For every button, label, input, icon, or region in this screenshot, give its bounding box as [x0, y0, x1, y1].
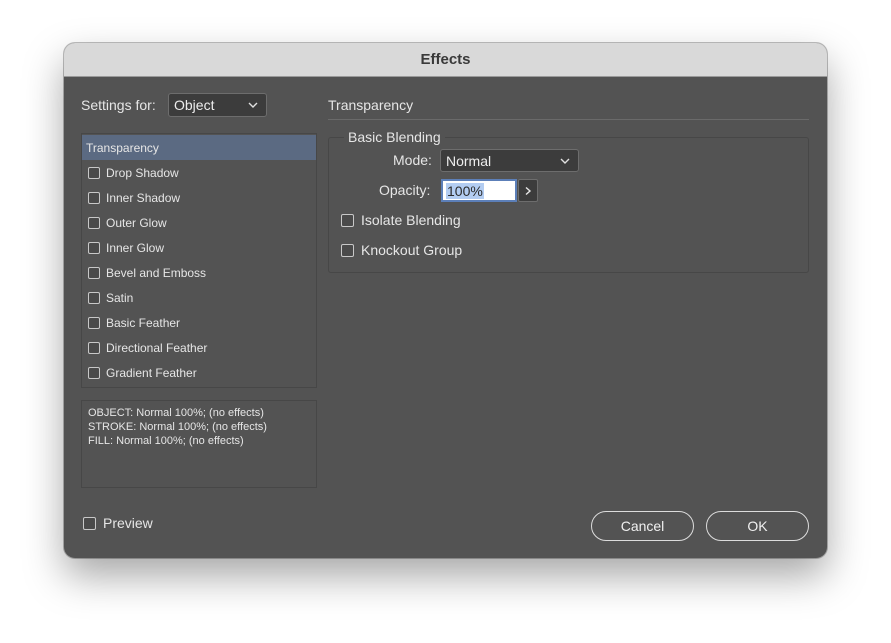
checkbox-icon[interactable] — [341, 243, 354, 257]
opacity-value: 100% — [446, 182, 484, 199]
effect-item-label: Basic Feather — [106, 315, 181, 330]
settings-for-dropdown[interactable]: Object — [168, 93, 267, 117]
effect-item-drop-shadow[interactable]: Drop Shadow — [82, 160, 316, 185]
isolate-blending-label: Isolate Blending — [361, 212, 461, 228]
summary-line-fill: FILL: Normal 100%; (no effects) — [88, 435, 244, 447]
checkbox-icon[interactable] — [88, 191, 100, 204]
cancel-button[interactable]: Cancel — [591, 511, 694, 541]
settings-for-label: Settings for: — [81, 97, 156, 113]
knockout-group-label: Knockout Group — [361, 242, 463, 258]
effect-item-label: Gradient Feather — [106, 365, 197, 380]
checkbox-icon[interactable] — [88, 216, 100, 229]
checkbox-icon[interactable] — [83, 516, 96, 530]
mode-dropdown[interactable]: Normal — [440, 149, 579, 172]
dialog-title: Effects — [420, 51, 471, 68]
effect-item-satin[interactable]: Satin — [82, 285, 316, 310]
effect-item-label: Outer Glow — [106, 215, 167, 230]
settings-for-value: Object — [174, 97, 215, 113]
effect-item-label: Inner Shadow — [106, 190, 181, 205]
checkbox-icon[interactable] — [88, 291, 100, 304]
effect-item-inner-shadow[interactable]: Inner Shadow — [82, 185, 316, 210]
chevron-down-icon — [560, 158, 570, 164]
effect-item-gradient-feather[interactable]: Gradient Feather — [82, 360, 316, 385]
opacity-slider-button[interactable] — [518, 179, 538, 202]
opacity-input[interactable]: 100% — [441, 179, 517, 202]
effect-item-transparency[interactable]: Transparency — [82, 135, 316, 160]
checkbox-icon[interactable] — [341, 213, 354, 227]
effect-item-inner-glow[interactable]: Inner Glow — [82, 235, 316, 260]
checkbox-icon[interactable] — [88, 166, 100, 179]
mode-value: Normal — [446, 152, 492, 169]
effect-item-label: Drop Shadow — [106, 165, 179, 180]
mode-label: Mode: — [393, 152, 432, 168]
ok-button[interactable]: OK — [706, 511, 809, 541]
effect-item-label: Inner Glow — [106, 240, 165, 255]
checkbox-icon[interactable] — [88, 341, 100, 354]
effects-list: Transparency Drop Shadow Inner Shadow Ou… — [81, 133, 317, 388]
effect-item-outer-glow[interactable]: Outer Glow — [82, 210, 316, 235]
chevron-down-icon — [248, 102, 258, 108]
checkbox-icon[interactable] — [88, 316, 100, 329]
preview-option[interactable]: Preview — [83, 515, 153, 531]
checkbox-icon[interactable] — [88, 366, 100, 379]
basic-blending-title: Basic Blending — [344, 129, 445, 145]
checkbox-icon[interactable] — [88, 241, 100, 254]
effect-item-label: Directional Feather — [106, 340, 208, 355]
opacity-label: Opacity: — [379, 182, 431, 198]
isolate-blending-option[interactable]: Isolate Blending — [341, 212, 461, 228]
effect-item-label: Satin — [106, 290, 134, 305]
effect-item-basic-feather[interactable]: Basic Feather — [82, 310, 316, 335]
preview-label: Preview — [103, 515, 153, 531]
effect-item-directional-feather[interactable]: Directional Feather — [82, 335, 316, 360]
title-bar[interactable]: Effects — [64, 43, 827, 77]
effects-summary: OBJECT: Normal 100%; (no effects) STROKE… — [81, 400, 317, 488]
panel-title: Transparency — [328, 97, 414, 113]
knockout-group-option[interactable]: Knockout Group — [341, 242, 462, 258]
panel-divider — [328, 119, 809, 120]
effect-item-bevel-and-emboss[interactable]: Bevel and Emboss — [82, 260, 316, 285]
effects-dialog: Effects Settings for: Object Transparenc… — [64, 43, 827, 558]
effect-item-label: Bevel and Emboss — [106, 265, 207, 280]
chevron-right-icon — [525, 186, 532, 195]
effect-item-label: Transparency — [86, 140, 159, 155]
summary-line-object: OBJECT: Normal 100%; (no effects) — [88, 407, 264, 419]
checkbox-icon[interactable] — [88, 266, 100, 279]
summary-line-stroke: STROKE: Normal 100%; (no effects) — [88, 421, 267, 433]
